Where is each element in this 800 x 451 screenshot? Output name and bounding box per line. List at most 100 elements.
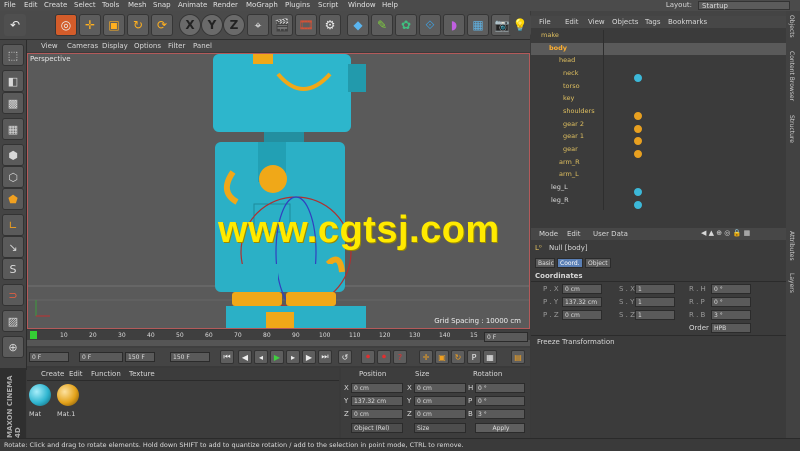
x-axis-lock-icon[interactable]: X xyxy=(179,14,201,36)
mat-menu-create[interactable]: Create xyxy=(41,370,64,378)
attr-sy-field[interactable]: 1 xyxy=(635,297,675,307)
timeline-ruler[interactable]: 0 10 20 30 40 50 60 70 80 90 100 110 120… xyxy=(27,330,530,348)
attr-menu-mode[interactable]: Mode xyxy=(539,230,558,238)
attr-rp-field[interactable]: 0 ° xyxy=(711,297,751,307)
vp-menu-cameras[interactable]: Cameras xyxy=(67,42,98,50)
list-item[interactable]: head xyxy=(531,55,786,67)
record-parameter-icon[interactable]: P xyxy=(467,350,481,364)
tab-layers[interactable]: Layers xyxy=(788,273,795,293)
go-to-start-icon[interactable]: ⏮ xyxy=(220,350,234,364)
next-key-icon[interactable]: ▶ xyxy=(302,350,316,364)
tab-objects[interactable]: Objects xyxy=(788,15,795,38)
order-dropdown[interactable]: HPB xyxy=(711,323,751,333)
obj-menu-view[interactable]: View xyxy=(588,18,605,26)
attr-menu-user-data[interactable]: User Data xyxy=(593,230,628,238)
attr-sx-field[interactable]: 1 xyxy=(635,284,675,294)
model-mode-icon[interactable]: ◧ xyxy=(2,70,24,92)
list-item[interactable]: gear xyxy=(531,144,786,156)
menu-mograph[interactable]: MoGraph xyxy=(246,1,278,9)
material-tag-icon[interactable] xyxy=(634,137,642,145)
menu-animate[interactable]: Animate xyxy=(178,1,207,9)
axis-mode-icon[interactable]: ∟ xyxy=(2,214,24,236)
auto-key-icon[interactable]: ⏺ xyxy=(377,350,391,364)
tab-structure[interactable]: Structure xyxy=(788,115,795,143)
material-tag-icon[interactable] xyxy=(634,125,642,133)
tweak-mode-icon[interactable]: ↘ xyxy=(2,236,24,258)
end-frame-field[interactable]: 150 F xyxy=(170,352,210,362)
attr-py-field[interactable]: 137.32 cm xyxy=(562,297,602,307)
freeze-transformation-section[interactable]: Freeze Transformation xyxy=(537,338,615,346)
list-item[interactable]: make xyxy=(531,30,786,42)
material-tag-icon[interactable] xyxy=(634,150,642,158)
recent-tool-icon[interactable]: ⟳ xyxy=(151,14,173,36)
render-settings-icon[interactable]: ⚙ xyxy=(319,14,341,36)
current-frame-field[interactable]: 0 F xyxy=(484,332,528,342)
start-frame-field[interactable]: 0 F xyxy=(29,352,69,362)
material-tag-icon[interactable] xyxy=(634,112,642,120)
menu-select[interactable]: Select xyxy=(74,1,96,9)
vp-menu-display[interactable]: Display xyxy=(102,42,128,50)
edges-mode-icon[interactable]: ⬡ xyxy=(2,166,24,188)
obj-menu-tags[interactable]: Tags xyxy=(645,18,661,26)
rotation-b-field[interactable]: 3 ° xyxy=(475,409,525,419)
snap-icon[interactable]: S xyxy=(2,258,24,280)
magnet-icon[interactable]: ⊃ xyxy=(2,284,24,306)
lock-workplane-icon[interactable]: ⊕ xyxy=(2,336,24,358)
points-mode-icon[interactable]: ⬢ xyxy=(2,144,24,166)
prev-frame-icon[interactable]: ◂ xyxy=(254,350,268,364)
timeline-playhead[interactable] xyxy=(30,331,37,339)
size-z-field[interactable]: 0 cm xyxy=(414,409,466,419)
size-y-field[interactable]: 0 cm xyxy=(414,396,466,406)
rotation-p-field[interactable]: 0 ° xyxy=(475,396,525,406)
attr-px-field[interactable]: 0 cm xyxy=(562,284,602,294)
loop-icon[interactable]: ↺ xyxy=(338,350,352,364)
list-item[interactable]: shoulders xyxy=(531,106,786,118)
range-start-field[interactable]: 0 F xyxy=(79,352,123,362)
make-editable-icon[interactable]: ⬚ xyxy=(2,44,24,66)
material-ball-mat1[interactable] xyxy=(57,384,79,406)
undo-icon[interactable]: ↶ xyxy=(4,14,26,36)
list-item[interactable]: neck xyxy=(531,68,786,80)
menu-edit[interactable]: Edit xyxy=(24,1,38,9)
play-icon[interactable]: ▶ xyxy=(270,350,284,364)
y-axis-lock-icon[interactable]: Y xyxy=(201,14,223,36)
move-icon[interactable]: ✛ xyxy=(79,14,101,36)
tab-content-browser[interactable]: Content Browser xyxy=(788,51,795,101)
floor-icon[interactable]: ▦ xyxy=(467,14,489,36)
menu-window[interactable]: Window xyxy=(348,1,376,9)
size-mode-dropdown[interactable]: Size xyxy=(414,423,466,433)
layout-dropdown[interactable]: Startup xyxy=(698,1,790,10)
menu-help[interactable]: Help xyxy=(382,1,398,9)
obj-menu-bookmarks[interactable]: Bookmarks xyxy=(668,18,707,26)
live-select-icon[interactable]: ◎ xyxy=(55,14,77,36)
vp-menu-filter[interactable]: Filter xyxy=(168,42,185,50)
list-item[interactable]: gear 2 xyxy=(531,119,786,131)
record-scale-icon[interactable]: ▣ xyxy=(435,350,449,364)
obj-menu-edit[interactable]: Edit xyxy=(565,18,579,26)
mat-menu-function[interactable]: Function xyxy=(91,370,121,378)
tab-attributes[interactable]: Attributes xyxy=(788,231,795,261)
menu-create[interactable]: Create xyxy=(44,1,67,9)
apply-button[interactable]: Apply xyxy=(475,423,525,433)
position-y-field[interactable]: 137.32 cm xyxy=(351,396,403,406)
list-item[interactable]: leg_R xyxy=(531,195,786,207)
record-position-icon[interactable]: ✛ xyxy=(419,350,433,364)
rotation-h-field[interactable]: 0 ° xyxy=(475,383,525,393)
coord-mode-dropdown[interactable]: Object (Rel) xyxy=(351,423,403,433)
vp-menu-options[interactable]: Options xyxy=(134,42,161,50)
deformer-icon[interactable]: ◗ xyxy=(443,14,465,36)
tab-basic[interactable]: Basic xyxy=(535,258,555,268)
list-item[interactable]: torso xyxy=(531,81,786,93)
size-x-field[interactable]: 0 cm xyxy=(414,383,466,393)
obj-menu-objects[interactable]: Objects xyxy=(612,18,638,26)
material-ball-mat[interactable] xyxy=(29,384,51,406)
menu-script[interactable]: Script xyxy=(318,1,338,9)
attr-rh-field[interactable]: 0 ° xyxy=(711,284,751,294)
mat-menu-texture[interactable]: Texture xyxy=(129,370,155,378)
tab-coord[interactable]: Coord. xyxy=(557,258,583,268)
texture-mode-icon[interactable]: ▩ xyxy=(2,92,24,114)
position-z-field[interactable]: 0 cm xyxy=(351,409,403,419)
menu-file[interactable]: File xyxy=(4,1,16,9)
position-x-field[interactable]: 0 cm xyxy=(351,383,403,393)
scale-icon[interactable]: ▣ xyxy=(103,14,125,36)
